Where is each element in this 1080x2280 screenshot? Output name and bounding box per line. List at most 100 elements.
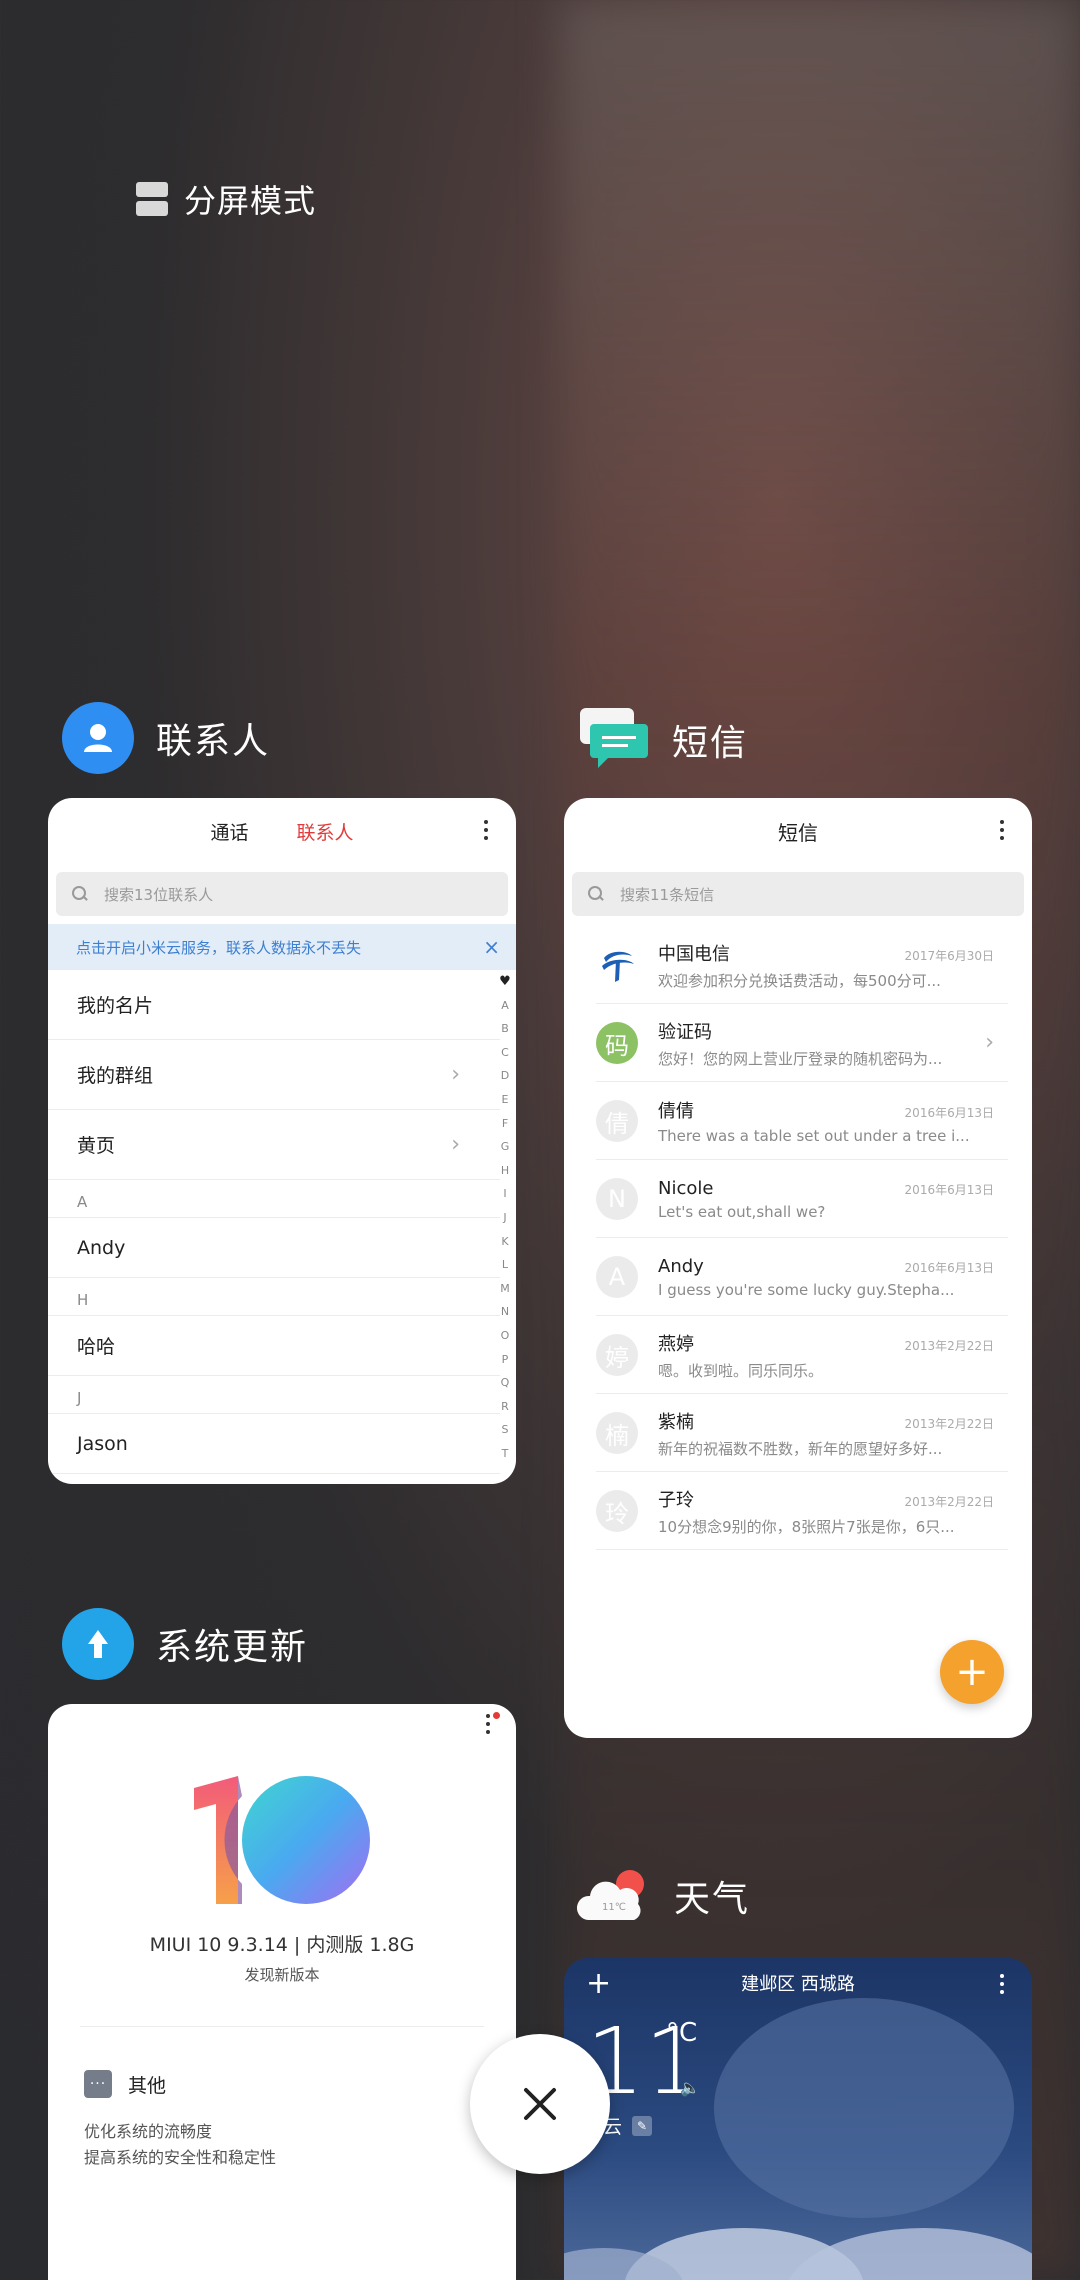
sender-name: 倩倩	[658, 1101, 694, 1122]
alphabet-index-letter[interactable]: F	[502, 1112, 508, 1136]
list-item[interactable]: N Nicole 2016年6月13日 Let's eat out,shall w…	[564, 1160, 1032, 1238]
alphabet-index-letter[interactable]: A	[501, 994, 509, 1018]
message-preview: 嗯。收到啦。同乐同乐。	[658, 1361, 824, 1380]
tab-calls[interactable]: 通话	[210, 818, 248, 845]
contacts-search-input[interactable]: 搜索13位联系人	[56, 872, 508, 916]
alphabet-index-letter[interactable]: P	[502, 1348, 509, 1372]
contact-name: Jason	[77, 1432, 128, 1455]
notification-dot	[493, 1712, 500, 1719]
new-message-button[interactable]: +	[940, 1640, 1004, 1704]
list-item[interactable]: Andy	[48, 1218, 500, 1278]
messages-app-card[interactable]: 短信 搜索11条短信 中国电信 2017年6月30日 欢迎参加积分兑换话费活动，每…	[564, 798, 1032, 1738]
weather-app-header[interactable]: 11℃ 天气	[574, 1866, 750, 1926]
list-item[interactable]: 黄页 ›	[48, 1110, 500, 1180]
more-options-icon[interactable]	[484, 820, 488, 840]
alphabet-index-letter[interactable]: K	[501, 1230, 508, 1254]
close-icon[interactable]: ×	[483, 935, 500, 959]
clear-all-button[interactable]	[470, 2034, 610, 2174]
avatar: 码	[596, 1022, 638, 1064]
update-app-header[interactable]: 系统更新	[62, 1608, 308, 1680]
cloud-banner-text: 点击开启小米云服务，联系人数据永不丢失	[76, 938, 362, 957]
alphabet-index-letter[interactable]: N	[501, 1300, 509, 1324]
china-telecom-logo-icon	[596, 944, 638, 986]
alphabet-index-letter[interactable]: C	[501, 1041, 509, 1065]
system-update-app-icon	[62, 1608, 134, 1680]
alphabet-index-letter[interactable]: L	[502, 1253, 508, 1277]
messages-app-header[interactable]: 短信	[578, 706, 748, 774]
more-options-icon[interactable]	[486, 1714, 490, 1734]
chevron-right-icon: ›	[451, 1132, 460, 1157]
messages-search-input[interactable]: 搜索11条短信	[572, 872, 1024, 916]
alphabet-index-letter[interactable]: S	[502, 1418, 509, 1442]
alphabet-index-letter[interactable]: O	[501, 1324, 510, 1348]
list-item[interactable]: 我的名片	[48, 970, 500, 1040]
alphabet-index-letter[interactable]: E	[502, 1088, 509, 1112]
avatar: N	[596, 1178, 638, 1220]
weather-app-card[interactable]: + 建邺区 西城路 11 °C 🔈 多云 ✎	[564, 1958, 1032, 2280]
alphabet-index-letter[interactable]: I	[503, 1182, 506, 1206]
more-options-icon[interactable]	[1000, 820, 1004, 840]
contacts-app-header[interactable]: 联系人	[62, 702, 270, 774]
sender-name: 子玲	[658, 1489, 694, 1511]
list-item[interactable]: 楠 紫楠 2013年2月22日 新年的祝福数不胜数，新年的愿望好多好...	[564, 1394, 1032, 1472]
list-item[interactable]: 我的群组 ›	[48, 1040, 500, 1110]
close-icon	[524, 2088, 556, 2120]
split-screen-button[interactable]: 分屏模式	[136, 176, 316, 222]
list-item[interactable]: A Andy 2016年6月13日 I guess you're some luc…	[564, 1238, 1032, 1316]
alphabet-index-letter[interactable]: J	[503, 1206, 506, 1230]
update-note: 优化系统的流畅度	[84, 2122, 213, 2141]
list-item[interactable]: 婷 燕婷 2013年2月22日 嗯。收到啦。同乐同乐。	[564, 1316, 1032, 1394]
message-date: 2017年6月30日	[904, 948, 994, 963]
contacts-app-card[interactable]: 通话 联系人 搜索13位联系人 点击开启小米云服务，联系人数据永不丢失 × 我的…	[48, 798, 516, 1484]
section-header: H	[48, 1278, 500, 1316]
list-item[interactable]: 倩 倩倩 2016年6月13日 There was a table set out…	[564, 1082, 1032, 1160]
message-date: 2016年6月13日	[904, 1260, 994, 1275]
alphabet-index-letter[interactable]: Q	[501, 1371, 510, 1395]
alphabet-index-letter[interactable]: R	[501, 1395, 509, 1419]
divider	[80, 2026, 484, 2027]
messages-header: 短信	[564, 798, 1032, 864]
speaker-icon[interactable]: 🔈	[680, 2078, 700, 2097]
message-preview: 10分想念9别的你，8张照片7张是你，6只...	[658, 1517, 955, 1536]
alphabet-index-letter[interactable]: M	[500, 1277, 510, 1301]
message-date: 2013年2月22日	[904, 1416, 994, 1431]
more-options-icon[interactable]	[1000, 1974, 1004, 1994]
weather-app-title: 天气	[674, 1879, 751, 1920]
list-item[interactable]: 中国电信 2017年6月30日 欢迎参加积分兑换话费活动，每500分可...	[564, 926, 1032, 1004]
split-screen-icon	[136, 182, 168, 216]
alphabet-index-letter[interactable]: B	[501, 1017, 509, 1041]
favorites-heart-icon[interactable]: ♥	[499, 970, 511, 994]
contacts-search-placeholder: 搜索13位联系人	[104, 885, 214, 904]
sender-name: Nicole	[658, 1177, 714, 1199]
weather-app-icon: 11℃	[574, 1866, 652, 1926]
add-city-icon[interactable]: +	[586, 1966, 611, 2001]
message-list: 中国电信 2017年6月30日 欢迎参加积分兑换话费活动，每500分可... 码 …	[564, 926, 1032, 1550]
message-preview: I guess you're some lucky guy.Stepha...	[658, 1280, 955, 1299]
list-item[interactable]: 码 验证码 您好！您的网上营业厅登录的随机密码为... ›	[564, 1004, 1032, 1082]
alphabet-index-letter[interactable]: T	[502, 1442, 509, 1466]
section-header: A	[48, 1180, 500, 1218]
message-date: 2013年2月22日	[904, 1494, 994, 1509]
sender-name: 紫楠	[658, 1411, 694, 1433]
avatar: 倩	[596, 1100, 638, 1142]
alphabet-index-letter[interactable]: H	[501, 1159, 509, 1183]
tab-contacts[interactable]: 联系人	[297, 818, 354, 845]
my-card-label: 我的名片	[77, 995, 154, 1017]
list-item[interactable]: 玲 子玲 2013年2月22日 10分想念9别的你，8张照片7张是你，6只...	[564, 1472, 1032, 1550]
message-preview: There was a table set out under a tree i…	[658, 1127, 970, 1145]
message-date: 2016年6月13日	[904, 1182, 994, 1197]
contacts-tabs: 通话 联系人	[48, 798, 516, 864]
list-item[interactable]: Jason	[48, 1414, 500, 1474]
list-item[interactable]: 哈哈	[48, 1316, 500, 1376]
alphabet-index-letter[interactable]: G	[501, 1135, 510, 1159]
alphabet-index[interactable]: ♥ A B C D E F G H I J K L M N O P Q R S T	[496, 970, 514, 1465]
update-app-title: 系统更新	[156, 1627, 309, 1668]
edit-icon[interactable]: ✎	[632, 2115, 653, 2136]
message-preview: 新年的祝福数不胜数，新年的愿望好多好...	[658, 1439, 943, 1458]
messages-app-icon	[578, 706, 650, 774]
cloud-service-banner[interactable]: 点击开启小米云服务，联系人数据永不丢失 ×	[48, 924, 516, 970]
system-update-app-card[interactable]: MIUI 10 9.3.14 | 内测版 1.8G 发现新版本 ··· 其他 优…	[48, 1704, 516, 2280]
chevron-right-icon: ›	[985, 1030, 994, 1055]
alphabet-index-letter[interactable]: D	[501, 1064, 509, 1088]
weather-location: 建邺区 西城路	[741, 1974, 855, 1995]
